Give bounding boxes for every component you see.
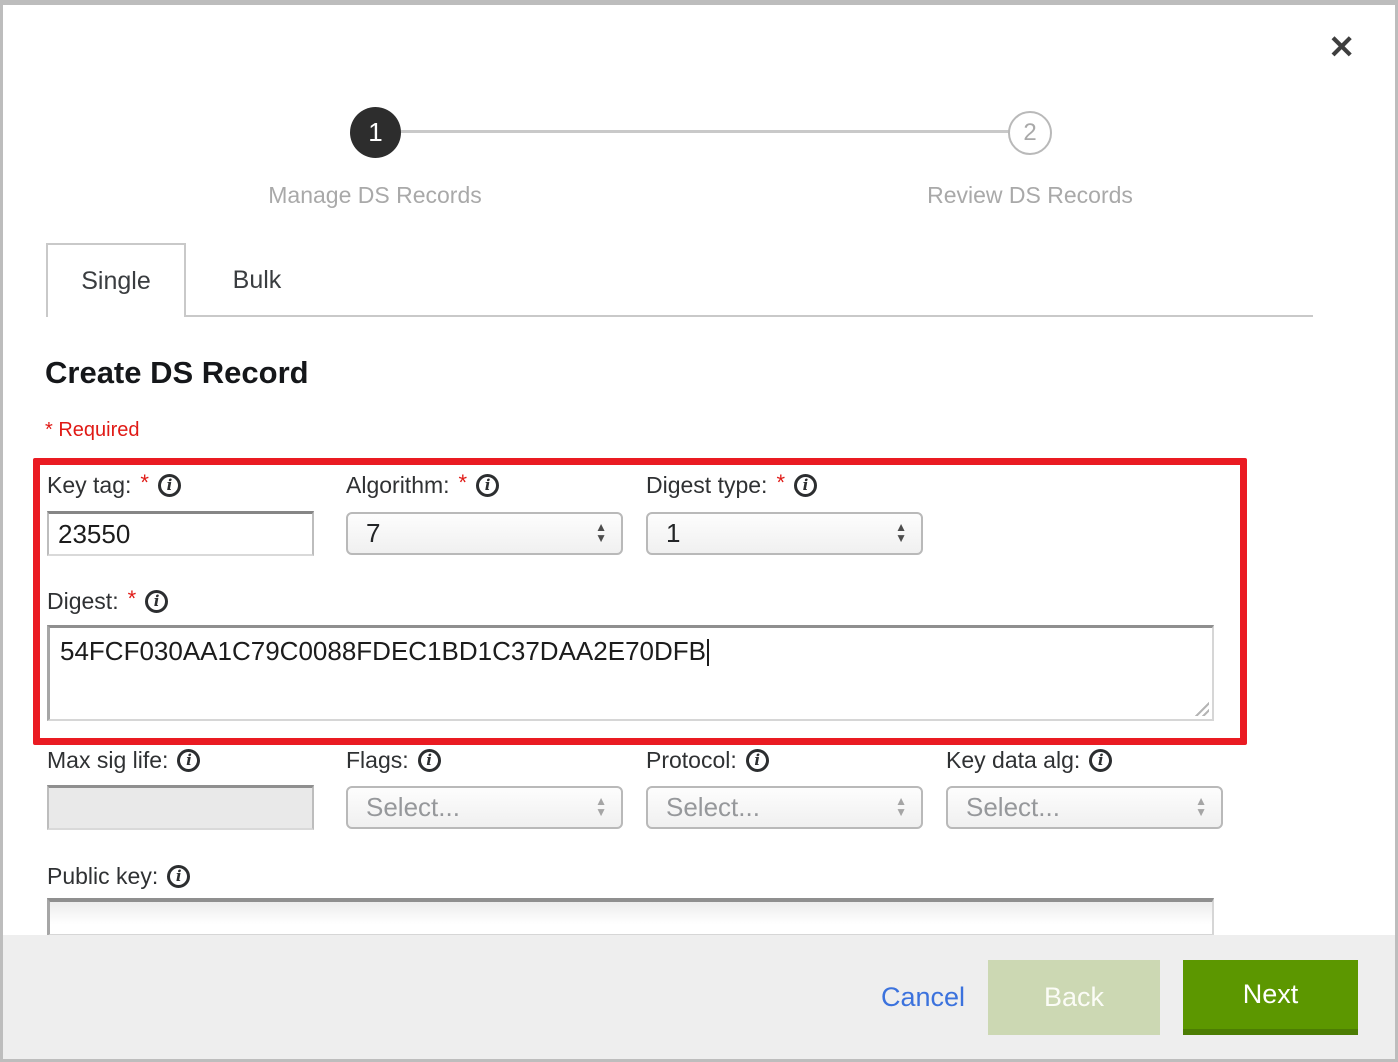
- public-key-textarea[interactable]: [47, 898, 1214, 936]
- next-button[interactable]: Next: [1183, 960, 1358, 1035]
- cancel-button[interactable]: Cancel: [881, 982, 965, 1013]
- text-caret: [707, 639, 709, 666]
- algorithm-label: Algorithm: * i: [346, 472, 499, 499]
- step-1-circle: 1: [350, 107, 401, 158]
- info-icon[interactable]: i: [145, 590, 168, 613]
- digest-type-label: Digest type: * i: [646, 472, 817, 499]
- info-icon[interactable]: i: [794, 474, 817, 497]
- select-arrows-icon: ▲ ▼: [595, 523, 607, 545]
- info-icon[interactable]: i: [177, 749, 200, 772]
- info-glyph: i: [803, 478, 809, 493]
- algorithm-select-value: 7: [366, 518, 595, 549]
- key-data-alg-select-value: Select...: [966, 792, 1195, 823]
- info-glyph: i: [176, 869, 182, 884]
- footer: Cancel Back Next: [3, 935, 1398, 1059]
- stepper-connector: [383, 130, 1023, 133]
- info-glyph: i: [167, 478, 173, 493]
- protocol-select[interactable]: Select... ▲ ▼: [646, 786, 923, 829]
- digest-value: 54FCF030AA1C79C0088FDEC1BD1C37DAA2E70DFB: [60, 636, 706, 666]
- key-tag-label: Key tag: * i: [47, 472, 181, 499]
- required-note: * Required: [45, 419, 140, 442]
- create-ds-record-dialog: ✕ 1 2 Manage DS Records Review DS Record…: [0, 0, 1398, 1062]
- key-data-alg-select[interactable]: Select... ▲ ▼: [946, 786, 1223, 829]
- page-title: Create DS Record: [45, 355, 309, 391]
- key-data-alg-label-text: Key data alg:: [946, 747, 1080, 774]
- public-key-label: Public key: i: [47, 863, 190, 890]
- arrow-down-icon: ▼: [595, 808, 607, 819]
- required-marker: *: [128, 586, 137, 612]
- select-arrows-icon: ▲ ▼: [1195, 797, 1207, 819]
- step-2-circle: 2: [1008, 111, 1052, 155]
- select-arrows-icon: ▲ ▼: [895, 523, 907, 545]
- resize-handle-icon[interactable]: [1192, 699, 1209, 716]
- info-icon[interactable]: i: [746, 749, 769, 772]
- info-glyph: i: [186, 753, 192, 768]
- info-glyph: i: [485, 478, 491, 493]
- tab-single[interactable]: Single: [46, 243, 186, 317]
- arrow-down-icon: ▼: [895, 534, 907, 545]
- info-glyph: i: [426, 753, 432, 768]
- flags-select-value: Select...: [366, 792, 595, 823]
- info-icon[interactable]: i: [418, 749, 441, 772]
- protocol-label-text: Protocol:: [646, 747, 737, 774]
- required-marker: *: [459, 470, 468, 496]
- digest-textarea[interactable]: 54FCF030AA1C79C0088FDEC1BD1C37DAA2E70DFB: [47, 625, 1214, 721]
- digest-type-select-value: 1: [666, 518, 895, 549]
- info-icon[interactable]: i: [476, 474, 499, 497]
- info-glyph: i: [1098, 753, 1104, 768]
- digest-type-label-text: Digest type:: [646, 472, 767, 499]
- close-icon[interactable]: ✕: [1328, 31, 1355, 63]
- digest-label-text: Digest:: [47, 588, 119, 615]
- digest-type-select[interactable]: 1 ▲ ▼: [646, 512, 923, 555]
- info-icon[interactable]: i: [1089, 749, 1112, 772]
- info-glyph: i: [754, 753, 760, 768]
- tab-divider: [46, 315, 1313, 317]
- arrow-down-icon: ▼: [595, 534, 607, 545]
- max-sig-life-label: Max sig life: i: [47, 747, 200, 774]
- step-2-label: Review DS Records: [927, 182, 1133, 209]
- protocol-label: Protocol: i: [646, 747, 769, 774]
- max-sig-life-input[interactable]: [47, 785, 314, 830]
- algorithm-label-text: Algorithm:: [346, 472, 450, 499]
- back-button[interactable]: Back: [988, 960, 1160, 1035]
- key-tag-input[interactable]: [47, 511, 314, 556]
- arrow-down-icon: ▼: [1195, 808, 1207, 819]
- protocol-select-value: Select...: [666, 792, 895, 823]
- arrow-down-icon: ▼: [895, 808, 907, 819]
- info-glyph: i: [154, 594, 160, 609]
- flags-label-text: Flags:: [346, 747, 409, 774]
- public-key-label-text: Public key:: [47, 863, 158, 890]
- key-data-alg-label: Key data alg: i: [946, 747, 1112, 774]
- info-icon[interactable]: i: [167, 865, 190, 888]
- required-marker: *: [140, 470, 149, 496]
- digest-label: Digest: * i: [47, 588, 168, 615]
- select-arrows-icon: ▲ ▼: [595, 797, 607, 819]
- flags-select[interactable]: Select... ▲ ▼: [346, 786, 623, 829]
- step-1-label: Manage DS Records: [268, 182, 482, 209]
- key-tag-label-text: Key tag:: [47, 472, 131, 499]
- info-icon[interactable]: i: [158, 474, 181, 497]
- max-sig-life-label-text: Max sig life:: [47, 747, 168, 774]
- algorithm-select[interactable]: 7 ▲ ▼: [346, 512, 623, 555]
- tab-bulk[interactable]: Bulk: [188, 245, 326, 315]
- select-arrows-icon: ▲ ▼: [895, 797, 907, 819]
- required-marker: *: [776, 470, 785, 496]
- flags-label: Flags: i: [346, 747, 441, 774]
